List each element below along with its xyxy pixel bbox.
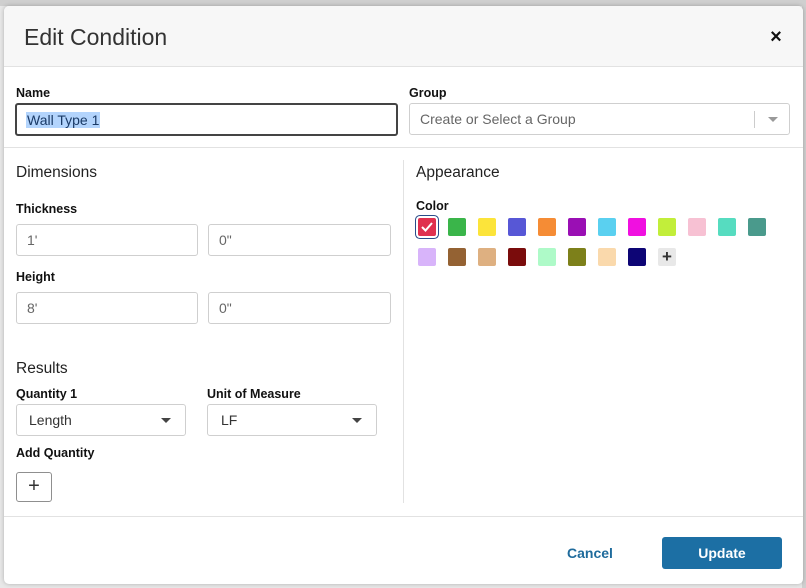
thickness-label: Thickness [16, 202, 78, 216]
quantity-select[interactable]: Length [16, 404, 186, 436]
column-divider [403, 160, 404, 503]
color-swatch-2-2[interactable] [478, 248, 496, 266]
color-swatch-1-2[interactable] [478, 218, 496, 236]
dimensions-title: Dimensions [16, 164, 97, 181]
color-swatch-2-0[interactable] [418, 248, 436, 266]
add-color-button[interactable]: + [658, 248, 676, 266]
group-select-separator [754, 111, 755, 128]
edit-condition-dialog: Edit Condition × Name Wall Type 1 Group … [4, 6, 803, 584]
color-swatch-1-11[interactable] [748, 218, 766, 236]
color-swatch-1-8[interactable] [658, 218, 676, 236]
quantity-select-value: Length [29, 412, 72, 428]
height-inches-input[interactable]: 0" [208, 292, 391, 324]
color-swatch-1-5[interactable] [568, 218, 586, 236]
color-swatch-1-9[interactable] [688, 218, 706, 236]
unit-select-value: LF [221, 412, 238, 428]
color-swatch-2-1[interactable] [448, 248, 466, 266]
group-select[interactable]: Create or Select a Group [409, 103, 790, 135]
group-select-placeholder: Create or Select a Group [420, 111, 576, 127]
color-swatch-1-3[interactable] [508, 218, 526, 236]
cancel-button[interactable]: Cancel [557, 538, 623, 568]
color-swatch-2-3[interactable] [508, 248, 526, 266]
dialog-title: Edit Condition [24, 24, 168, 50]
color-swatch-2-4[interactable] [538, 248, 556, 266]
color-swatch-2-6[interactable] [598, 248, 616, 266]
thickness-inches-input[interactable]: 0" [208, 224, 391, 256]
dialog-header: Edit Condition × [4, 6, 803, 67]
update-button[interactable]: Update [662, 537, 782, 569]
group-label: Group [409, 86, 447, 100]
color-swatch-1-1[interactable] [448, 218, 466, 236]
color-swatch-1-4[interactable] [538, 218, 556, 236]
height-label: Height [16, 270, 55, 284]
height-inches-value: 0" [219, 300, 232, 316]
color-swatch-1-10[interactable] [718, 218, 736, 236]
quantity-label: Quantity 1 [16, 387, 78, 401]
color-swatch-1-7[interactable] [628, 218, 646, 236]
unit-label: Unit of Measure [207, 387, 301, 401]
close-icon[interactable]: × [765, 26, 787, 48]
section-divider [4, 147, 803, 148]
color-label: Color [416, 199, 449, 213]
chevron-down-icon[interactable] [161, 418, 171, 423]
color-swatch-2-7[interactable] [628, 248, 646, 266]
color-swatch-2-5[interactable] [568, 248, 586, 266]
thickness-inches-value: 0" [219, 232, 232, 248]
height-feet-value: 8' [27, 300, 38, 316]
color-swatch-1-0[interactable] [418, 218, 436, 236]
unit-select[interactable]: LF [207, 404, 377, 436]
add-quantity-label: Add Quantity [16, 446, 95, 460]
height-feet-input[interactable]: 8' [16, 292, 198, 324]
chevron-down-icon[interactable] [352, 418, 362, 423]
check-icon [421, 222, 433, 232]
name-input[interactable]: Wall Type 1 [15, 103, 398, 136]
add-quantity-button[interactable]: + [16, 472, 52, 502]
thickness-feet-value: 1' [27, 232, 38, 248]
color-swatch-1-6[interactable] [598, 218, 616, 236]
results-title: Results [16, 360, 68, 377]
appearance-title: Appearance [416, 164, 500, 181]
footer-divider [4, 516, 803, 517]
thickness-feet-input[interactable]: 1' [16, 224, 198, 256]
name-input-value: Wall Type 1 [26, 111, 101, 128]
chevron-down-icon[interactable] [768, 117, 778, 122]
name-label: Name [16, 86, 51, 100]
